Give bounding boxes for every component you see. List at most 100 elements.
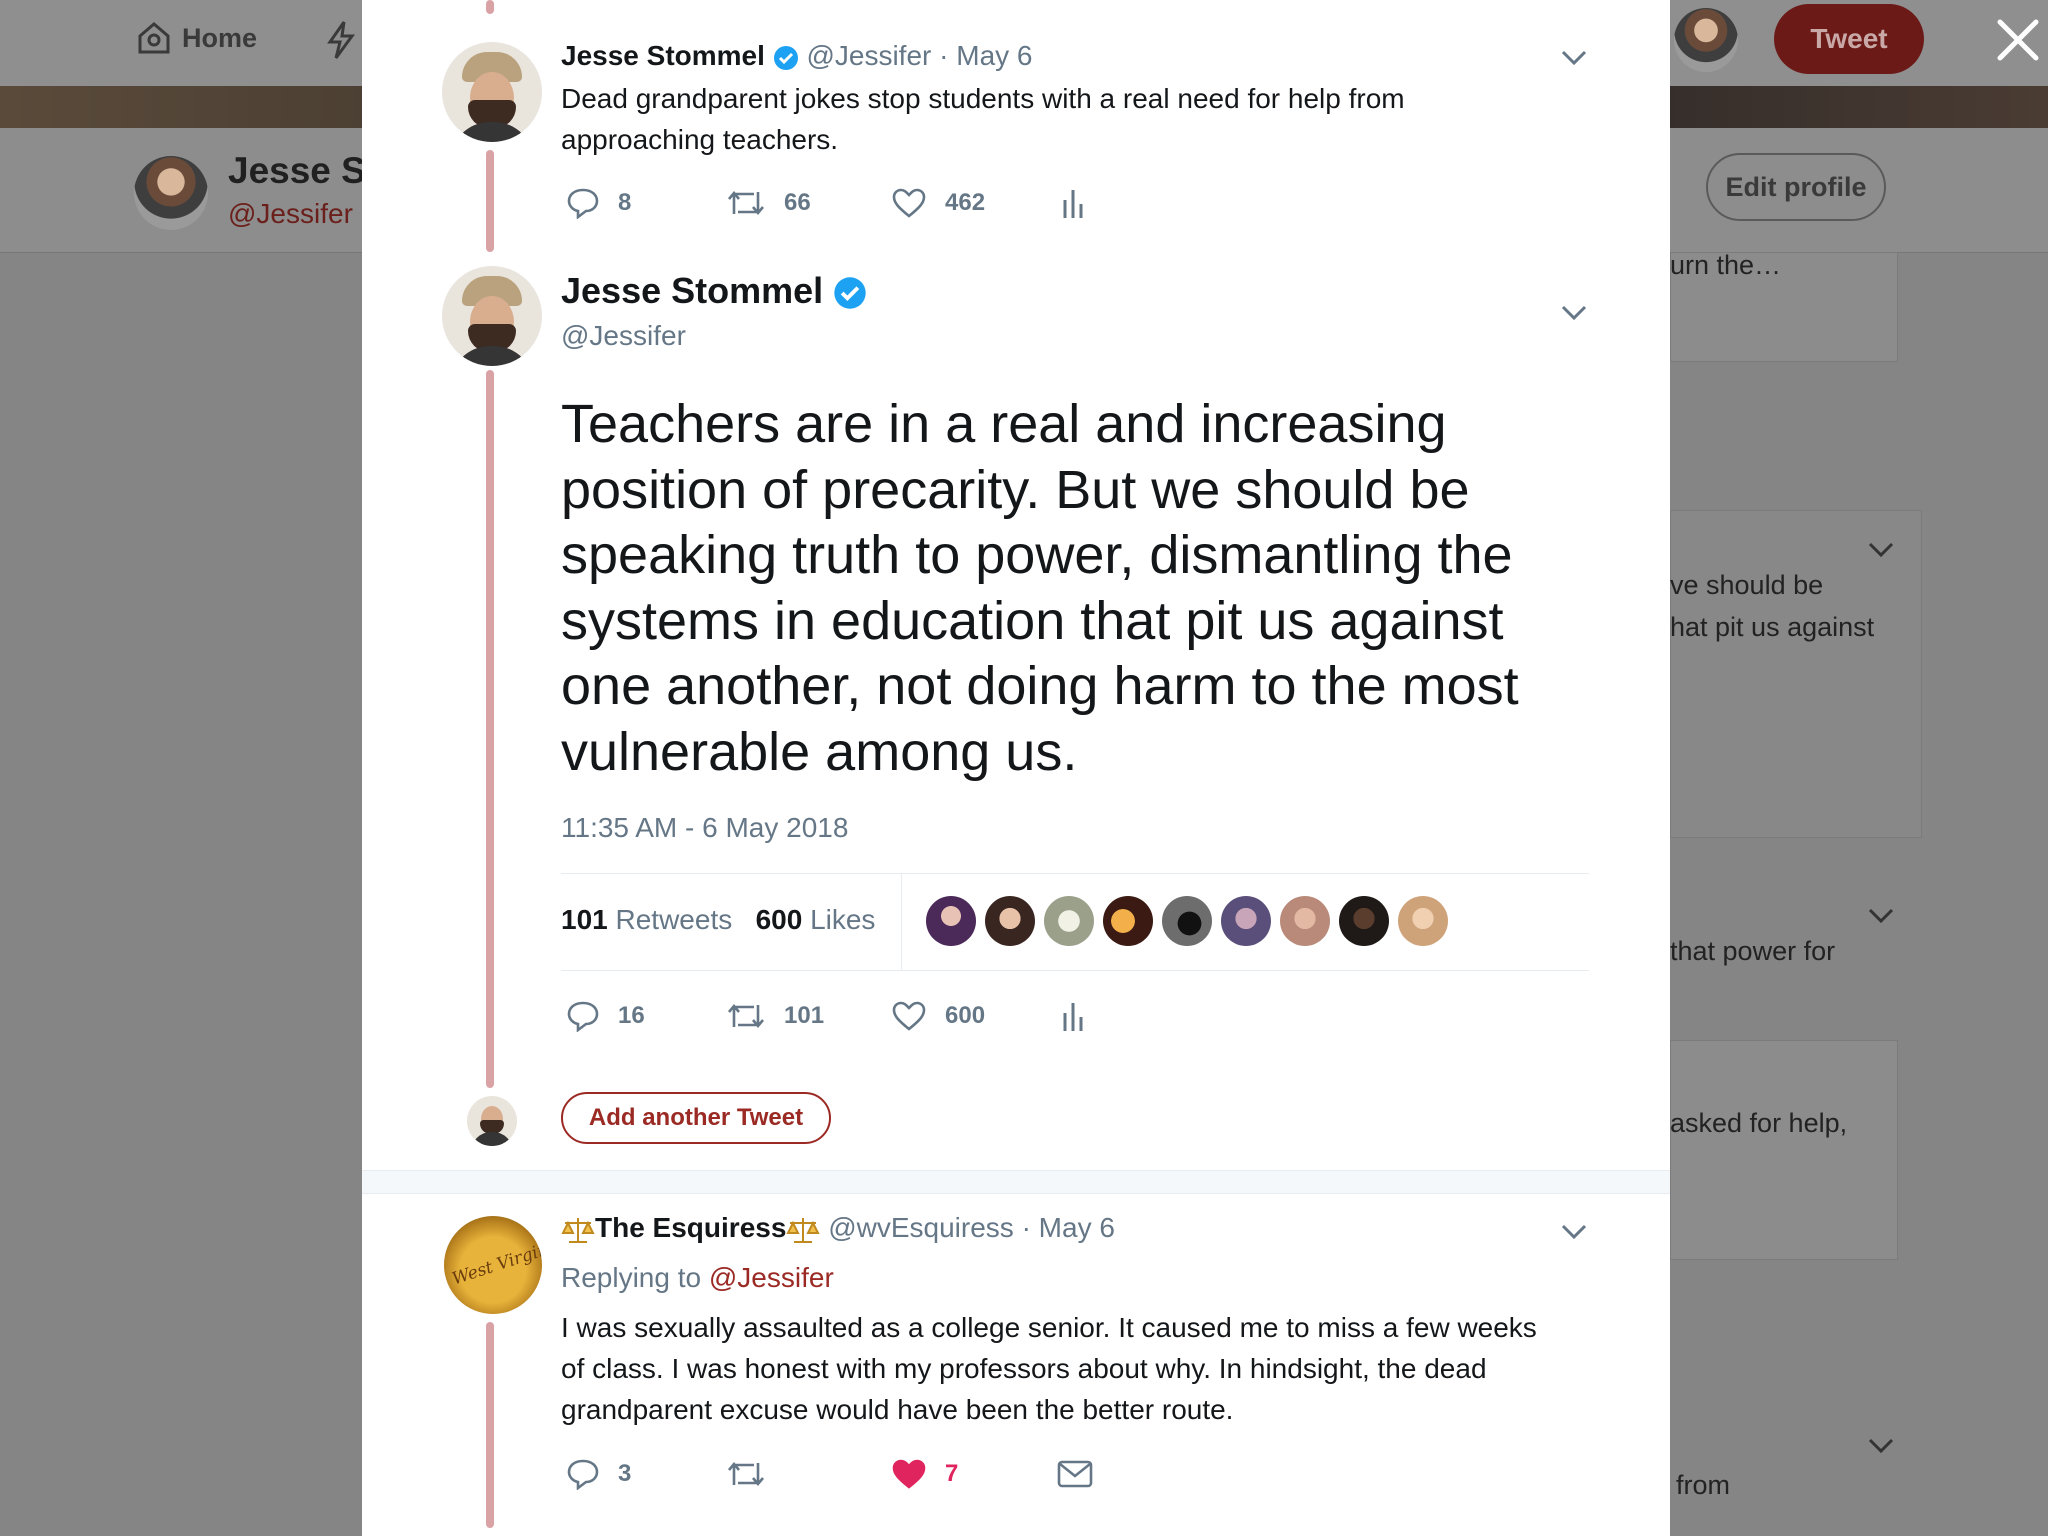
chevron-down-icon[interactable] bbox=[1561, 50, 1587, 66]
tweet-text: Dead grandparent jokes stop students wit… bbox=[561, 78, 1405, 160]
avatar[interactable] bbox=[442, 266, 542, 366]
liker-avatar[interactable] bbox=[1103, 896, 1153, 946]
nav-moments[interactable] bbox=[326, 20, 356, 60]
tweet-text-line: systems in education that pit us against bbox=[561, 590, 1504, 651]
liker-avatar[interactable] bbox=[1044, 896, 1094, 946]
tweet-text-line: Dead grandparent jokes stop students wit… bbox=[561, 83, 1405, 114]
side-snippet: asked for help, bbox=[1670, 1108, 1848, 1138]
divider bbox=[561, 970, 1589, 971]
chevron-down-icon[interactable] bbox=[1561, 305, 1587, 321]
retweet-button[interactable]: 101 bbox=[726, 1001, 891, 1031]
chevron-down-icon[interactable] bbox=[1868, 908, 1894, 924]
tweet-timestamp[interactable]: 11:35 AM - 6 May 2018 bbox=[561, 812, 848, 844]
likes-stat[interactable]: 600 Likes bbox=[756, 904, 876, 935]
retweet-button[interactable]: 66 bbox=[726, 188, 891, 218]
tweet-actions: 8 66 462 bbox=[566, 186, 1085, 220]
reply-button[interactable]: 16 bbox=[566, 1000, 726, 1032]
lightning-icon bbox=[327, 21, 355, 59]
tweet-text-line: of class. I was honest with my professor… bbox=[561, 1353, 1487, 1384]
retweet-icon bbox=[728, 1003, 764, 1029]
reply-button[interactable]: 8 bbox=[566, 187, 726, 219]
nav-home[interactable]: Home bbox=[136, 20, 257, 56]
retweet-icon bbox=[728, 1461, 764, 1487]
main-tweet-author: Jesse Stommel bbox=[561, 270, 867, 312]
tweet-text-line: vulnerable among us. bbox=[561, 721, 1078, 782]
envelope-icon bbox=[1057, 1460, 1093, 1488]
profile-avatar[interactable] bbox=[134, 156, 208, 230]
liker-avatar[interactable] bbox=[1221, 896, 1271, 946]
like-button[interactable]: 7 bbox=[891, 1458, 1057, 1490]
thread-line bbox=[486, 0, 494, 14]
direct-message-button[interactable] bbox=[1057, 1460, 1093, 1488]
tweet-text-line: Teachers are in a real and increasing bbox=[561, 394, 1447, 454]
liker-avatar[interactable] bbox=[926, 896, 976, 946]
avatar[interactable] bbox=[467, 1096, 517, 1146]
edit-profile-button[interactable]: Edit profile bbox=[1706, 153, 1886, 221]
tweet-text-line: one another, not doing harm to the most bbox=[561, 656, 1519, 716]
author-name[interactable]: Jesse Stommel bbox=[561, 270, 823, 311]
author-name-text: The Esquiress bbox=[595, 1212, 787, 1243]
profile-name: Jesse S bbox=[228, 150, 366, 191]
tweet-actions: 3 7 bbox=[566, 1458, 1093, 1490]
retweets-stat[interactable]: 101 Retweets bbox=[561, 904, 732, 935]
heart-icon bbox=[892, 188, 926, 218]
author-handle[interactable]: @Jessifer bbox=[561, 320, 686, 352]
like-button[interactable]: 600 bbox=[891, 1000, 1061, 1032]
replying-to-handle[interactable]: @Jessifer bbox=[709, 1262, 834, 1293]
author-handle[interactable]: @Jessifer bbox=[806, 40, 931, 71]
tweet-text-line: position of precarity. But we should be bbox=[561, 459, 1470, 520]
reply-count: 3 bbox=[618, 1460, 632, 1487]
liker-avatar[interactable] bbox=[985, 896, 1035, 946]
side-snippet: that power for bbox=[1670, 936, 1836, 966]
thread-line bbox=[486, 1322, 494, 1528]
side-snippet: ve should be bbox=[1670, 570, 1824, 600]
tweet-text-line: I was sexually assaulted as a college se… bbox=[561, 1312, 1537, 1343]
author-handle[interactable]: @wvEsquiress bbox=[828, 1212, 1014, 1243]
chevron-down-icon[interactable] bbox=[1868, 1438, 1894, 1454]
tweet-date[interactable]: · May 6 bbox=[939, 40, 1032, 71]
analytics-button[interactable] bbox=[1061, 999, 1085, 1033]
verified-badge-icon bbox=[773, 45, 798, 70]
heart-icon bbox=[892, 1001, 926, 1031]
retweets-stat-count: 101 bbox=[561, 904, 608, 935]
likers-avatars bbox=[926, 896, 1456, 946]
like-count: 462 bbox=[945, 189, 986, 216]
chevron-down-icon[interactable] bbox=[1561, 1224, 1587, 1240]
author-name[interactable]: The Esquiress bbox=[561, 1212, 828, 1243]
add-another-tweet-button[interactable]: Add another Tweet bbox=[561, 1092, 831, 1144]
scales-icon bbox=[786, 1217, 821, 1243]
retweet-icon bbox=[728, 190, 764, 216]
retweets-stat-label: Retweets bbox=[615, 904, 733, 935]
liker-avatar[interactable] bbox=[1398, 896, 1448, 946]
liker-avatar[interactable] bbox=[1280, 896, 1330, 946]
analytics-button[interactable] bbox=[1061, 186, 1085, 220]
nav-home-label: Home bbox=[182, 22, 258, 53]
tweet-date[interactable]: · May 6 bbox=[1022, 1212, 1115, 1243]
liker-avatar[interactable] bbox=[1339, 896, 1389, 946]
reply-button[interactable]: 3 bbox=[566, 1458, 726, 1490]
close-icon[interactable] bbox=[1996, 18, 2040, 62]
side-card bbox=[1670, 510, 1922, 838]
like-count: 7 bbox=[945, 1460, 959, 1487]
nav-avatar[interactable] bbox=[1674, 8, 1738, 72]
divider bbox=[901, 874, 902, 970]
avatar[interactable]: West Virginia bbox=[444, 1216, 542, 1314]
author-name[interactable]: Jesse Stommel bbox=[561, 40, 765, 71]
tweet-header: Jesse Stommel @Jessifer · May 6 bbox=[561, 40, 1033, 72]
likes-stat-count: 600 bbox=[755, 904, 803, 935]
tweet-stats: 101 Retweets 600 Likes bbox=[561, 904, 875, 936]
like-count: 600 bbox=[945, 1002, 986, 1029]
chevron-down-icon[interactable] bbox=[1868, 542, 1894, 558]
liker-avatar[interactable] bbox=[1162, 896, 1212, 946]
tweet-button[interactable]: Tweet bbox=[1774, 4, 1924, 74]
main-tweet-text: Teachers are in a real and increasing po… bbox=[561, 392, 1519, 785]
retweet-button[interactable] bbox=[726, 1459, 891, 1489]
replying-to: Replying to @Jessifer bbox=[561, 1262, 834, 1294]
like-button[interactable]: 462 bbox=[891, 187, 1061, 219]
retweet-count: 66 bbox=[784, 189, 811, 216]
tweet-text-line: approaching teachers. bbox=[561, 124, 839, 155]
avatar[interactable] bbox=[442, 42, 542, 142]
avatar-lettering: West Virginia bbox=[449, 1234, 542, 1290]
profile-handle: @Jessifer bbox=[228, 198, 353, 229]
analytics-icon bbox=[1063, 1003, 1083, 1031]
